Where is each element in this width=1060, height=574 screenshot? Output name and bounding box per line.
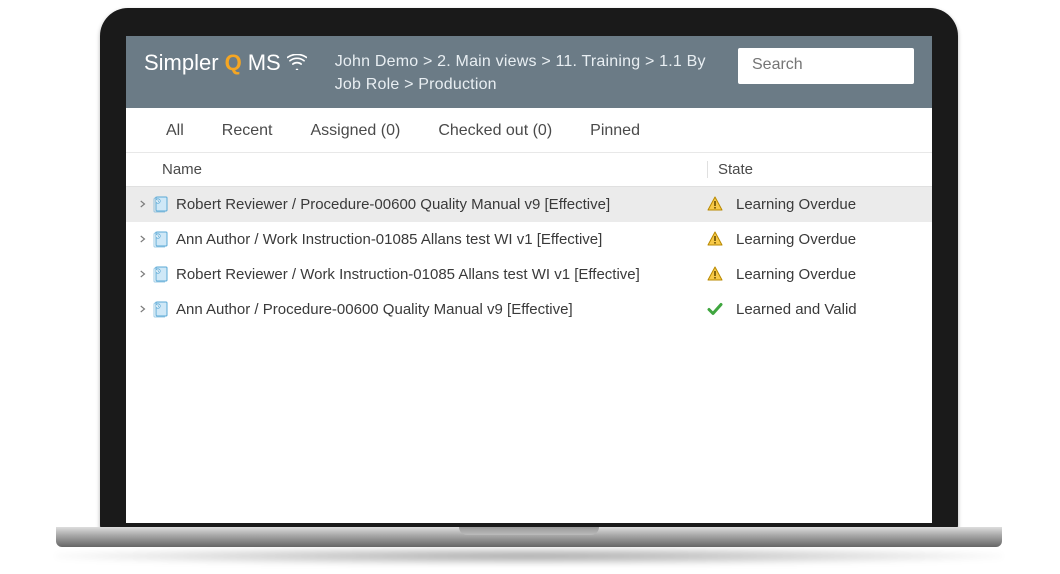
row-name: Ann Author / Procedure-00600 Quality Man… bbox=[174, 301, 700, 318]
tab-pinned[interactable]: Pinned bbox=[590, 122, 640, 140]
row-state: Learning Overdue bbox=[726, 266, 932, 283]
breadcrumb[interactable]: John Demo > 2. Main views > 11. Training… bbox=[327, 46, 718, 96]
logo[interactable]: SimplerQMS bbox=[144, 46, 307, 76]
chevron-right-icon[interactable] bbox=[140, 269, 152, 279]
search-input[interactable] bbox=[752, 56, 900, 74]
tab-checked-out[interactable]: Checked out (0) bbox=[438, 122, 552, 140]
table-row[interactable]: Ann Author / Procedure-00600 Quality Man… bbox=[126, 292, 932, 327]
rows-container: Robert Reviewer / Procedure-00600 Qualit… bbox=[126, 187, 932, 327]
logo-suffix: MS bbox=[248, 50, 281, 76]
document-icon bbox=[152, 230, 174, 248]
chevron-right-icon[interactable] bbox=[140, 199, 152, 209]
row-state: Learned and Valid bbox=[726, 301, 932, 318]
column-header-state[interactable]: State bbox=[708, 161, 932, 178]
tab-assigned[interactable]: Assigned (0) bbox=[310, 122, 400, 140]
search-box[interactable] bbox=[738, 48, 914, 84]
header-bar: SimplerQMS John Demo > 2. Main views > 1… bbox=[126, 36, 932, 108]
laptop-base bbox=[56, 527, 1002, 547]
laptop-shadow bbox=[56, 547, 1002, 565]
tab-recent[interactable]: Recent bbox=[222, 122, 273, 140]
table-header: Name State bbox=[126, 153, 932, 187]
row-name: Robert Reviewer / Work Instruction-01085… bbox=[174, 266, 700, 283]
warning-icon bbox=[700, 231, 726, 247]
app-screen: SimplerQMS John Demo > 2. Main views > 1… bbox=[126, 36, 932, 523]
document-icon bbox=[152, 195, 174, 213]
row-name: Ann Author / Work Instruction-01085 Alla… bbox=[174, 231, 700, 248]
logo-prefix: Simpler bbox=[144, 50, 219, 76]
tabs-bar: All Recent Assigned (0) Checked out (0) … bbox=[126, 108, 932, 153]
chevron-right-icon[interactable] bbox=[140, 234, 152, 244]
row-state: Learning Overdue bbox=[726, 231, 932, 248]
warning-icon bbox=[700, 266, 726, 282]
tab-all[interactable]: All bbox=[166, 122, 184, 140]
laptop-frame: SimplerQMS John Demo > 2. Main views > 1… bbox=[100, 8, 958, 533]
logo-accent: Q bbox=[225, 50, 242, 76]
document-icon bbox=[152, 265, 174, 283]
warning-icon bbox=[700, 196, 726, 212]
wifi-icon bbox=[287, 50, 307, 76]
row-name: Robert Reviewer / Procedure-00600 Qualit… bbox=[174, 196, 700, 213]
document-icon bbox=[152, 300, 174, 318]
check-icon bbox=[700, 301, 726, 317]
table-row[interactable]: Robert Reviewer / Work Instruction-01085… bbox=[126, 257, 932, 292]
table-row[interactable]: Ann Author / Work Instruction-01085 Alla… bbox=[126, 222, 932, 257]
row-state: Learning Overdue bbox=[726, 196, 932, 213]
chevron-right-icon[interactable] bbox=[140, 304, 152, 314]
column-header-name[interactable]: Name bbox=[162, 161, 708, 178]
table-row[interactable]: Robert Reviewer / Procedure-00600 Qualit… bbox=[126, 187, 932, 222]
